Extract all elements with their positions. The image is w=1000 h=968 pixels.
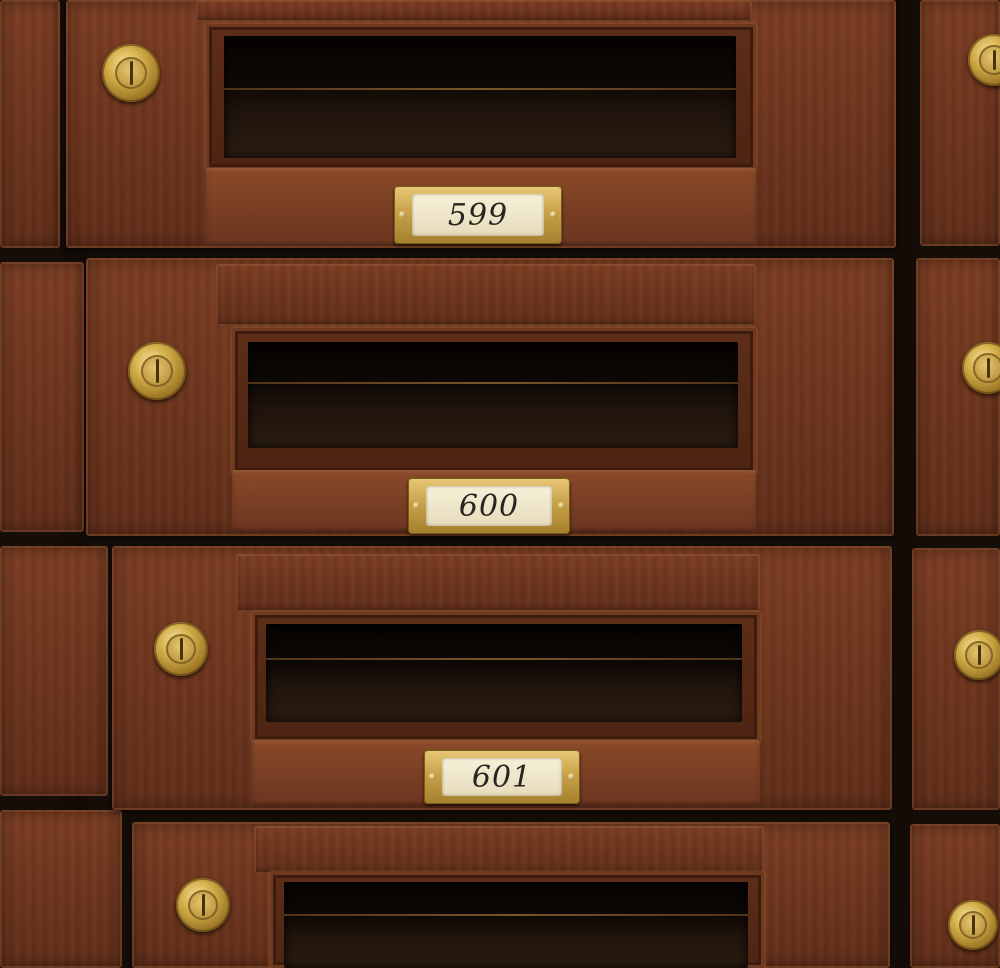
mailbox-door-599[interactable]: 599 — [66, 0, 896, 248]
left-door-1[interactable] — [0, 0, 60, 248]
right-door-3[interactable] — [912, 548, 1000, 810]
lock-icon[interactable] — [154, 622, 208, 676]
number-plate: 601 — [424, 750, 580, 804]
left-door-2[interactable] — [0, 262, 84, 532]
door-frame — [254, 826, 764, 874]
door-frame — [196, 0, 752, 22]
right-door-4[interactable] — [910, 824, 1000, 968]
number-plate: 599 — [394, 186, 562, 244]
door-frame — [216, 264, 756, 326]
mail-slot[interactable] — [224, 36, 736, 158]
mail-slot[interactable] — [266, 624, 742, 722]
mailbox-door-bottom[interactable] — [132, 822, 890, 968]
mailbox-number: 601 — [442, 758, 562, 796]
left-door-3[interactable] — [0, 546, 108, 796]
left-door-4[interactable] — [0, 810, 122, 968]
mail-slot[interactable] — [284, 882, 748, 968]
lock-icon[interactable] — [128, 342, 186, 400]
lock-icon[interactable] — [954, 630, 1000, 680]
lock-icon[interactable] — [102, 44, 160, 102]
right-door-2[interactable] — [916, 258, 1000, 536]
number-plate: 600 — [408, 478, 570, 534]
lock-icon[interactable] — [176, 878, 230, 932]
door-frame — [236, 554, 760, 612]
mailbox-door-600[interactable]: 600 — [86, 258, 894, 536]
mailbox-number: 600 — [426, 486, 552, 526]
mail-slot[interactable] — [248, 342, 738, 448]
mailbox-door-601[interactable]: 601 — [112, 546, 892, 810]
mailbox-number: 599 — [412, 194, 544, 236]
right-column-gap — [896, 0, 918, 968]
lock-icon[interactable] — [948, 900, 998, 950]
